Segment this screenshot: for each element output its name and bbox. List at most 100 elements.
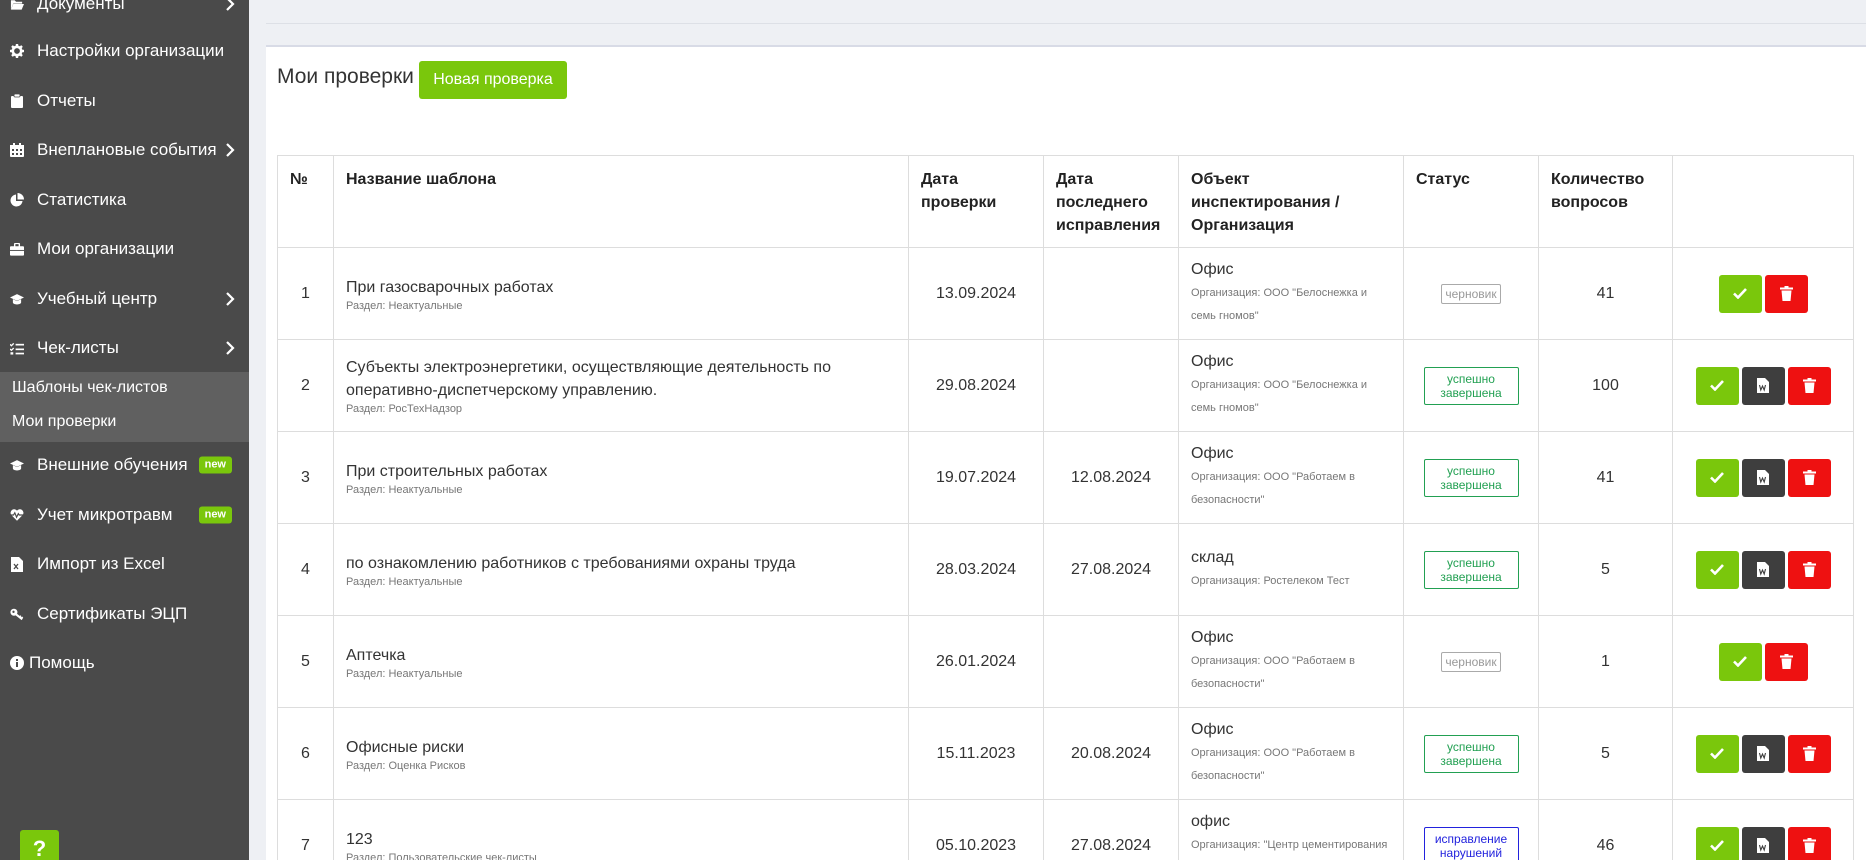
delete-button[interactable] <box>1764 274 1808 313</box>
word-document-icon <box>1757 746 1769 761</box>
table-row: 6 Офисные риски Раздел: Оценка Рисков 15.11… <box>277 707 1854 800</box>
complete-button[interactable] <box>1718 642 1762 681</box>
inspections-table: № Название шаблона Дата проверки Дата по… <box>277 155 1854 860</box>
question-count: 5 <box>1538 707 1673 800</box>
submenu-item-templates[interactable]: Шаблоны чек-листов <box>12 379 168 397</box>
template-name-cell: по ознакомлению работников с требованиям… <box>333 523 909 616</box>
key-icon <box>10 607 24 621</box>
sidebar-item-my-organizations[interactable]: Мои организации <box>0 229 249 269</box>
inspection-date: 19.07.2024 <box>908 431 1044 524</box>
sidebar-item-help[interactable]: Помощь <box>0 643 249 683</box>
question-count: 46 <box>1538 799 1673 860</box>
trash-icon <box>1802 562 1816 577</box>
sidebar-item-checklists[interactable]: Чек-листы <box>0 328 249 368</box>
delete-button[interactable] <box>1787 826 1831 860</box>
question-count: 41 <box>1538 431 1673 524</box>
last-fix-date <box>1043 247 1179 340</box>
sidebar-item-statistics[interactable]: Статистика <box>0 180 249 220</box>
organization-name: Организация: Ростелеком Тест <box>1191 574 1350 587</box>
graduation-cap-icon <box>10 458 24 472</box>
sidebar-item-org-settings[interactable]: Настройки организации <box>0 31 249 71</box>
template-section: Раздел: Неактуальные <box>346 667 463 680</box>
object-cell: офис Организация: "Центр цементирования с… <box>1178 799 1404 860</box>
submenu-item-my-inspections[interactable]: Мои проверки <box>12 413 116 431</box>
template-name[interactable]: Субъекты электроэнергетики, осуществляющ… <box>346 356 896 402</box>
question-count: 5 <box>1538 523 1673 616</box>
check-icon <box>1710 564 1724 575</box>
template-name[interactable]: При строительных работах <box>346 460 896 483</box>
chevron-right-icon <box>226 0 235 11</box>
status-cell: успешно завершена <box>1403 707 1539 800</box>
check-icon <box>1710 840 1724 851</box>
column-header-inspection-date: Дата проверки <box>908 155 1044 248</box>
complete-button[interactable] <box>1695 458 1739 497</box>
object-cell: Офис Организация: ООО "Работаем в безопас… <box>1178 707 1404 800</box>
report-button[interactable] <box>1741 734 1785 773</box>
row-number: 4 <box>277 523 334 616</box>
row-number: 5 <box>277 615 334 708</box>
table-row: 1 При газосварочных работах Раздел: Неакту… <box>277 247 1854 340</box>
row-number: 2 <box>277 339 334 432</box>
trash-icon <box>1779 654 1793 669</box>
column-header-actions <box>1672 155 1854 248</box>
object-cell: склад Организация: Ростелеком Тест <box>1178 523 1404 616</box>
help-button[interactable]: ? <box>20 830 59 860</box>
table-header: № Название шаблона Дата проверки Дата по… <box>277 155 1854 248</box>
object-name: склад <box>1191 548 1234 566</box>
sidebar-item-external-training[interactable]: Внешние обучения new <box>0 445 249 485</box>
template-name[interactable]: по ознакомлению работников с требованиям… <box>346 552 896 575</box>
column-header-question-count: Количество вопросов <box>1538 155 1673 248</box>
status-badge: черновик <box>1441 283 1501 304</box>
report-button[interactable] <box>1741 366 1785 405</box>
complete-button[interactable] <box>1695 366 1739 405</box>
new-badge: new <box>198 456 232 474</box>
report-button[interactable] <box>1741 458 1785 497</box>
sidebar-item-unplanned-events[interactable]: Внеплановые события <box>0 130 249 170</box>
delete-button[interactable] <box>1764 642 1808 681</box>
question-count: 1 <box>1538 615 1673 708</box>
template-name-cell: Субъекты электроэнергетики, осуществляющ… <box>333 339 909 432</box>
sidebar-item-excel-import[interactable]: Импорт из Excel <box>0 544 249 584</box>
delete-button[interactable] <box>1787 366 1831 405</box>
chevron-right-icon <box>226 143 235 157</box>
last-fix-date <box>1043 339 1179 432</box>
complete-button[interactable] <box>1695 550 1739 589</box>
report-button[interactable] <box>1741 826 1785 860</box>
new-badge: new <box>198 506 232 524</box>
sidebar-item-microtrauma[interactable]: Учет микротравм new <box>0 495 249 535</box>
complete-button[interactable] <box>1718 274 1762 313</box>
sidebar-item-training-center[interactable]: Учебный центр <box>0 279 249 319</box>
column-header-number: № <box>277 155 334 248</box>
object-cell: Офис Организация: ООО "Работаем в безопас… <box>1178 431 1404 524</box>
sidebar-item-documents[interactable]: Документы <box>0 0 249 24</box>
last-fix-date: 27.08.2024 <box>1043 523 1179 616</box>
pie-chart-icon <box>10 193 24 207</box>
template-name[interactable]: Офисные риски <box>346 736 896 759</box>
table-row: 5 Аптечка Раздел: Неактуальные 26.01.2024 Оф… <box>277 615 1854 708</box>
inspection-date: 28.03.2024 <box>908 523 1044 616</box>
object-name: Офис <box>1191 445 1234 462</box>
delete-button[interactable] <box>1787 734 1831 773</box>
complete-button[interactable] <box>1695 826 1739 860</box>
row-actions <box>1685 550 1841 589</box>
chevron-right-icon <box>226 292 235 306</box>
table-row: 3 При строительных работах Раздел: Неактуа… <box>277 431 1854 524</box>
template-name[interactable]: При газосварочных работах <box>346 276 896 299</box>
trash-icon <box>1802 470 1816 485</box>
template-name[interactable]: 123 <box>346 828 896 851</box>
sidebar-item-certificates[interactable]: Сертификаты ЭЦП <box>0 594 249 634</box>
table-row: 2 Субъекты электроэнергетики, осуществляю… <box>277 339 1854 432</box>
check-icon <box>1733 656 1747 667</box>
template-name[interactable]: Аптечка <box>346 644 896 667</box>
delete-button[interactable] <box>1787 550 1831 589</box>
delete-button[interactable] <box>1787 458 1831 497</box>
actions-cell <box>1672 523 1854 616</box>
word-document-icon <box>1757 378 1769 393</box>
inspection-date: 29.08.2024 <box>908 339 1044 432</box>
new-inspection-button[interactable]: Новая проверка <box>419 61 567 99</box>
inspection-date: 15.11.2023 <box>908 707 1044 800</box>
sidebar-item-reports[interactable]: Отчеты <box>0 81 249 121</box>
check-icon <box>1733 288 1747 299</box>
report-button[interactable] <box>1741 550 1785 589</box>
complete-button[interactable] <box>1695 734 1739 773</box>
